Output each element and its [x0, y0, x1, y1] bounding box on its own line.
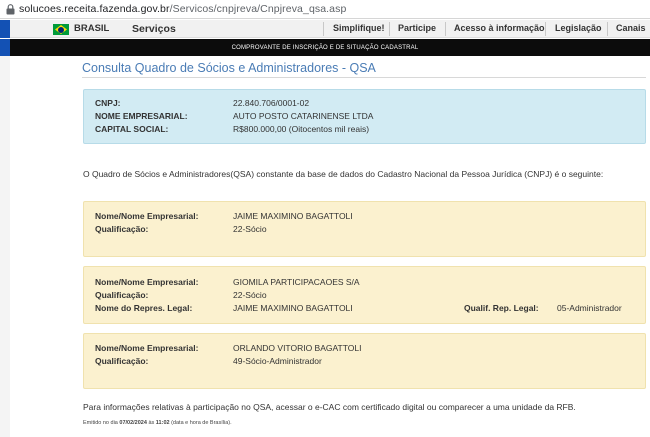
ecac-info-text: Para informações relativas à participaçã… — [83, 402, 576, 412]
banner-text: COMPROVANTE DE INSCRIÇÃO E DE SITUAÇÃO C… — [231, 44, 419, 51]
partner-card: Nome/Nome Empresarial: JAIME MAXIMINO BA… — [83, 201, 646, 257]
browser-url-bar[interactable]: solucoes.receita.fazenda.gov.br/Servicos… — [0, 0, 650, 19]
partner-nome-value: JAIME MAXIMINO BAGATTOLI — [233, 211, 353, 221]
brasil-link[interactable]: BRASIL — [74, 23, 109, 34]
url-path: /Servicos/cnpjreva/Cnpjreva_qsa.asp — [169, 3, 347, 15]
partner-qualif-rep-legal-label: Qualif. Rep. Legal: — [464, 303, 539, 313]
gov-blue-accent — [0, 20, 10, 38]
lock-icon — [4, 3, 16, 15]
brazil-flag-icon[interactable] — [53, 24, 69, 35]
nav-separator — [607, 22, 608, 36]
page-title: Consulta Quadro de Sócios e Administrado… — [82, 61, 376, 75]
emission-date: 07/02/2024 — [119, 420, 147, 426]
url-host: solucoes.receita.fazenda.gov.br — [19, 3, 170, 15]
nav-separator — [323, 22, 324, 36]
partner-nome-value: GIOMILA PARTICIPACAOES S/A — [233, 277, 360, 287]
partner-qualif-rep-legal-value: 05-Administrador — [557, 303, 622, 313]
nav-separator — [445, 22, 446, 36]
nav-legislacao[interactable]: Legislação — [555, 23, 602, 33]
cnpj-label: CNPJ: — [95, 98, 121, 108]
partner-qualificacao-label: Qualificação: — [95, 290, 149, 300]
left-sidebar — [0, 56, 10, 437]
partner-card: Nome/Nome Empresarial: ORLANDO VITORIO B… — [83, 333, 646, 389]
partner-qualificacao-label: Qualificação: — [95, 356, 149, 366]
partner-qualificacao-value: 22-Sócio — [233, 224, 267, 234]
partner-nome-value: ORLANDO VITORIO BAGATTOLI — [233, 343, 362, 353]
cnpj-value: 22.840.706/0001-02 — [233, 98, 310, 108]
partner-card: Nome/Nome Empresarial: GIOMILA PARTICIPA… — [83, 266, 646, 324]
url-text[interactable]: solucoes.receita.fazenda.gov.br/Servicos… — [19, 3, 346, 15]
partner-nome-label: Nome/Nome Empresarial: — [95, 277, 199, 287]
partner-qualificacao-value: 22-Sócio — [233, 290, 267, 300]
servicos-link[interactable]: Serviços — [132, 23, 176, 35]
nome-empresarial-value: AUTO POSTO CATARINENSE LTDA — [233, 111, 374, 121]
partner-qualificacao-value: 49-Sócio-Administrador — [233, 356, 322, 366]
gov-bar: BRASIL Serviços Simplifique! Participe A… — [0, 20, 650, 38]
qsa-intro-text: O Quadro de Sócios e Administradores(QSA… — [83, 169, 604, 179]
emission-time: 11:02 — [155, 420, 170, 426]
nav-acesso-informacao[interactable]: Acesso à informação — [454, 23, 545, 33]
nav-simplifique[interactable]: Simplifique! — [333, 23, 385, 33]
partner-qualificacao-label: Qualificação: — [95, 224, 149, 234]
partner-repres-legal-value: JAIME MAXIMINO BAGATTOLI — [233, 303, 353, 313]
nome-empresarial-label: NOME EMPRESARIAL: — [95, 111, 188, 121]
page-banner: COMPROVANTE DE INSCRIÇÃO E DE SITUAÇÃO C… — [0, 39, 650, 56]
partner-nome-label: Nome/Nome Empresarial: — [95, 211, 199, 221]
capital-social-value: R$800.000,00 (Oitocentos mil reais) — [233, 124, 370, 134]
partner-nome-label: Nome/Nome Empresarial: — [95, 343, 199, 353]
banner-blue-accent — [0, 39, 10, 56]
capital-social-label: CAPITAL SOCIAL: — [95, 124, 169, 134]
partner-repres-legal-label: Nome do Repres. Legal: — [95, 303, 193, 313]
nav-separator — [389, 22, 390, 36]
company-info-box: CNPJ: 22.840.706/0001-02 NOME EMPRESARIA… — [83, 89, 646, 144]
title-divider — [82, 77, 646, 78]
nav-separator — [545, 22, 546, 36]
nav-participe[interactable]: Participe — [398, 23, 436, 33]
emission-timestamp: Emitido no dia 07/02/2024 às 11:02 (data… — [83, 420, 232, 426]
nav-canais[interactable]: Canais — [616, 23, 646, 33]
